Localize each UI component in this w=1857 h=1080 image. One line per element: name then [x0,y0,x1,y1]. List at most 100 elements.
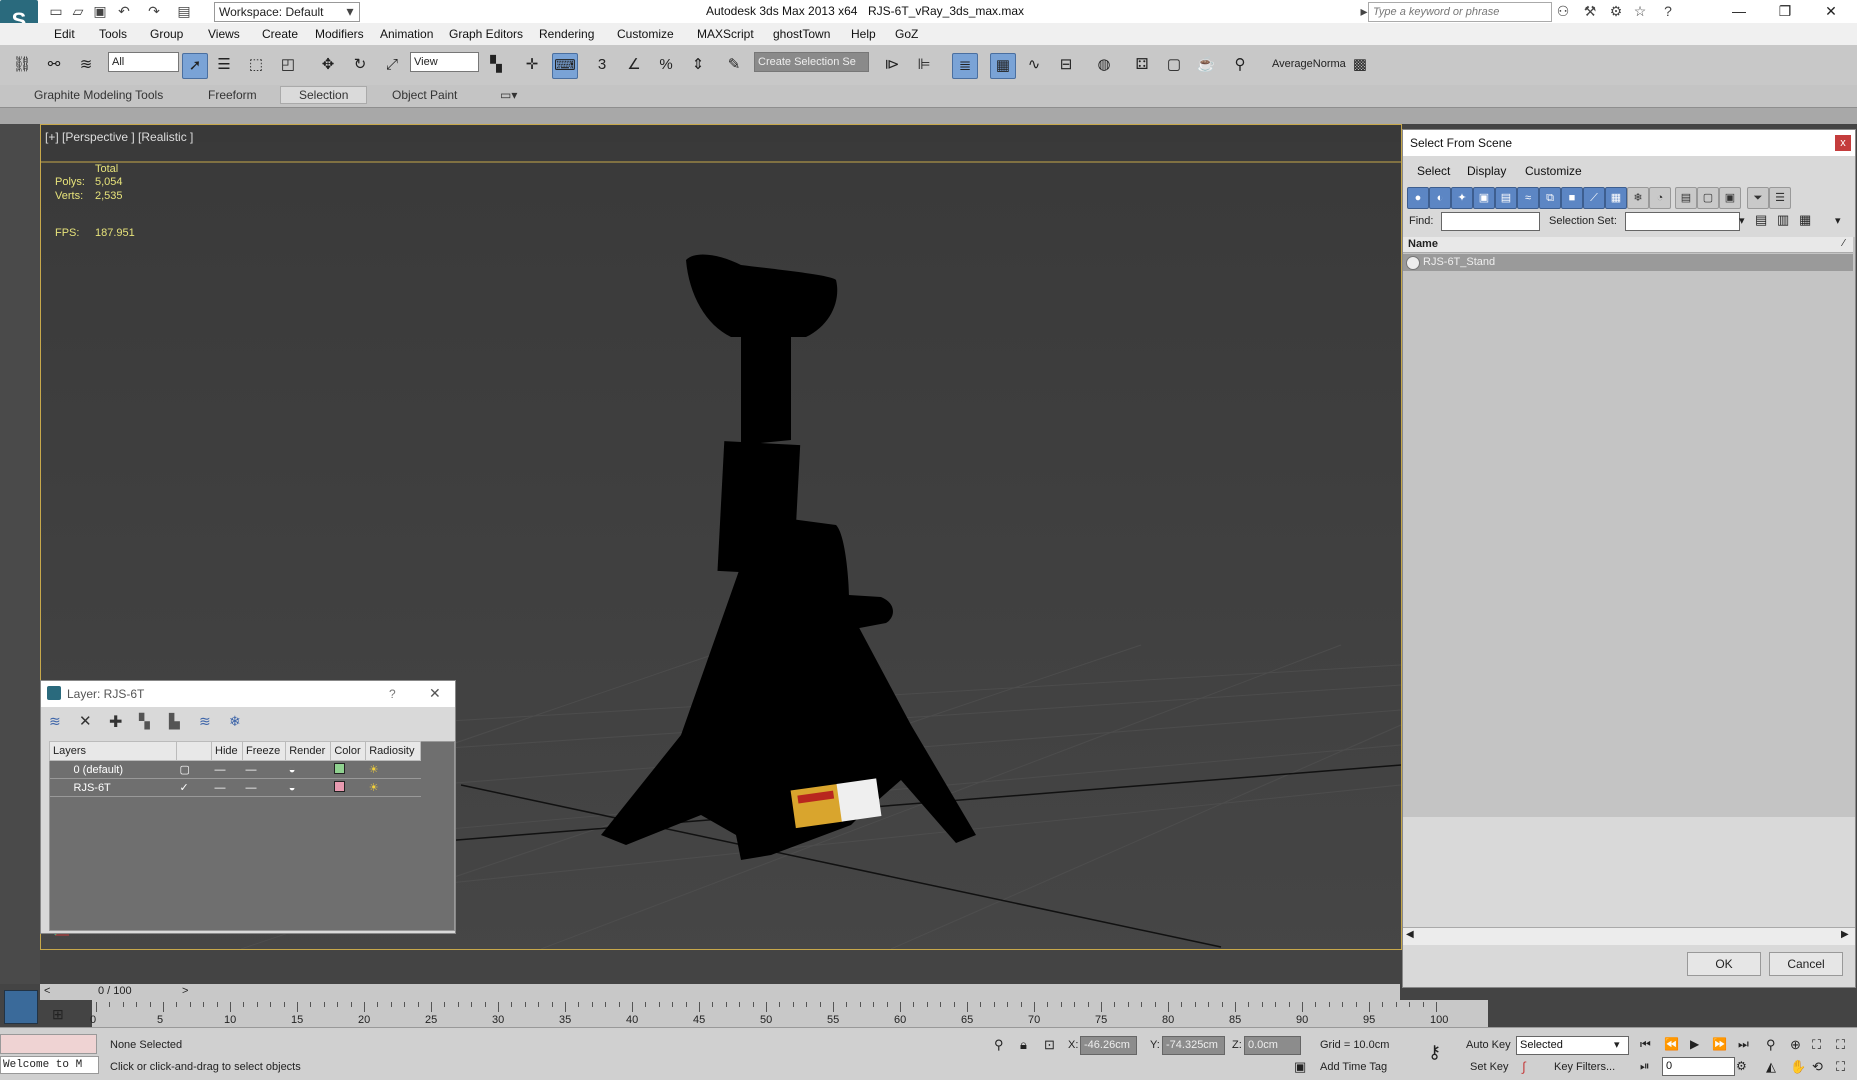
key-tangent-icon[interactable]: ∫ [1522,1059,1526,1074]
column-radiosity[interactable]: Radiosity [365,741,421,761]
open-mini-curve-editor-icon[interactable]: ⊞ [52,1006,64,1023]
menu-goz[interactable]: GoZ [895,27,918,41]
restore-icon[interactable]: ❐ [1762,0,1808,23]
set-key-button[interactable]: Set Key [1470,1061,1509,1073]
freeze-toggle[interactable]: — [242,778,286,797]
delete-selection-set-icon[interactable]: ▦ [1799,212,1811,228]
menu-graph-editors[interactable]: Graph Editors [449,27,523,41]
hierarchy-icon[interactable]: ☰ [1769,187,1791,209]
close-icon[interactable]: ✕ [429,685,441,702]
spinner-snap-icon[interactable]: ⇕ [686,53,710,77]
select-manipulate-icon[interactable]: ✛ [520,53,544,77]
help-button[interactable]: ? [389,687,396,701]
selection-filter-dropdown[interactable]: All [108,52,179,72]
selection-set-dropdown[interactable] [1625,212,1740,231]
rotate-icon[interactable]: ↻ [348,53,372,77]
current-layer-toggle[interactable]: ▢ [176,760,212,779]
filter-icon[interactable]: ⏷ [1747,187,1769,209]
curve-editor-icon[interactable]: ∿ [1022,53,1046,77]
unlink-icon[interactable]: ⚯ [42,53,66,77]
z-coordinate-field[interactable]: 0.0cm [1244,1036,1301,1055]
absolute-mode-icon[interactable]: ⊡ [1044,1037,1055,1053]
display-xrefs-icon[interactable]: ■ [1561,187,1583,209]
chevron-down-icon[interactable]: ▾ [1739,214,1745,227]
window-crossing-icon[interactable]: ◰ [276,53,300,77]
go-to-start-icon[interactable]: ⏮ [1640,1037,1651,1052]
find-input[interactable] [1441,212,1540,231]
named-selection-set-dropdown[interactable]: Create Selection Se [754,52,869,72]
menu-help[interactable]: Help [851,27,876,41]
tab-selection[interactable]: Selection [280,86,368,104]
display-helpers-icon[interactable]: ▤ [1495,187,1517,209]
tab-graphite-modeling-tools[interactable]: Graphite Modeling Tools [34,88,163,102]
layer-name[interactable]: 0 (default) [49,760,177,779]
ribbon-options-icon[interactable]: ▭▾ [500,88,517,102]
play-icon[interactable]: ▶ [1690,1037,1699,1051]
menu-animation[interactable]: Animation [380,27,433,41]
rectangular-selection-icon[interactable]: ⬚ [244,53,268,77]
keyboard-shortcut-override-icon[interactable]: ⌨ [552,53,578,79]
menu-tools[interactable]: Tools [99,27,127,41]
tab-object-paint[interactable]: Object Paint [392,88,457,102]
list-item[interactable]: RJS-6T_Stand [1403,254,1853,271]
column-freeze[interactable]: Freeze [242,741,287,761]
list-header[interactable]: Name ⁄ [1403,237,1853,253]
layer-color-swatch[interactable] [333,762,345,774]
rendered-frame-window-icon[interactable]: ▢ [1162,53,1186,77]
render-toggle-icon[interactable]: ◒ [285,778,331,797]
zoom-icon[interactable]: ⚲ [1766,1037,1776,1053]
x-coordinate-field[interactable]: -46.26cm [1080,1036,1137,1055]
select-from-scene-dialog[interactable]: Select From Scene x Select Display Custo… [1402,129,1856,988]
select-by-name-icon[interactable]: ☰ [212,53,236,77]
time-configuration-icon[interactable]: ⚙ [1736,1059,1747,1073]
freeze-all-icon[interactable]: ❄ [229,713,241,730]
menu-customize[interactable]: Customize [1525,164,1582,178]
tab-freeform[interactable]: Freeform [208,88,257,102]
hide-toggle[interactable]: — [211,778,243,797]
reference-coordinate-dropdown[interactable]: View [410,52,479,72]
pivot-center-icon[interactable]: ▚ [484,53,508,77]
radiosity-icon[interactable]: ☀ [365,760,421,779]
info-center-icon[interactable]: ⚙ [1608,3,1624,19]
menu-select[interactable]: Select [1417,164,1450,178]
bind-spacewarp-icon[interactable]: ≋ [74,53,98,77]
menu-modifiers[interactable]: Modifiers [315,27,364,41]
project-folder-icon[interactable]: ▤ [176,3,192,19]
close-icon[interactable]: ✕ [1808,0,1854,23]
menu-display[interactable]: Display [1467,164,1506,178]
current-frame-field[interactable]: 0 [1662,1057,1735,1076]
render-toggle-icon[interactable]: ◒ [285,760,331,779]
chevron-down-icon[interactable]: ▾ [1614,1038,1620,1051]
key-mode-dropdown[interactable]: Selected [1516,1036,1629,1055]
hide-toggle[interactable]: — [211,760,243,779]
cancel-button[interactable]: Cancel [1769,952,1843,976]
zoom-all-icon[interactable]: ⊕ [1790,1037,1801,1053]
render-setup-icon[interactable]: ⚃ [1130,53,1154,77]
redo-icon[interactable]: ↷ [146,3,162,19]
scroll-right-icon[interactable]: ▶ [1841,929,1849,940]
add-time-tag[interactable]: Add Time Tag [1320,1061,1387,1073]
menu-maxscript[interactable]: MAXScript [697,27,754,41]
display-groups-icon[interactable]: ⧉ [1539,187,1561,209]
object-name[interactable]: RJS-6T_Stand [1423,256,1495,268]
menu-edit[interactable]: Edit [54,27,75,41]
display-containers-icon[interactable]: ▦ [1605,187,1627,209]
hide-all-icon[interactable]: ≋ [199,713,211,730]
column-color[interactable]: Color [330,741,367,761]
display-shapes-icon[interactable]: ◐ [1429,187,1451,209]
key-icon[interactable]: ⚷ [1428,1042,1441,1063]
layer-row[interactable]: RJS-6T ✓ — — ◒ ☀ [49,778,421,797]
layer-name[interactable]: RJS-6T [49,778,177,797]
menu-customize[interactable]: Customize [617,27,674,41]
track-bar[interactable]: 0 5 10 15 20 25 30 35 40 45 50 55 60 65 70 75 80 85 90 95 10… [90,1000,1488,1027]
viewport-label[interactable]: [+] [Perspective ] [Realistic ] [45,130,193,144]
radiosity-icon[interactable]: ☀ [365,778,421,797]
auto-key-button[interactable]: Auto Key [1466,1039,1511,1051]
help-icon[interactable]: ? [1660,3,1676,19]
favorites-star-icon[interactable]: ☆ [1632,3,1648,19]
menu-rendering[interactable]: Rendering [539,27,594,41]
dialog-header[interactable]: Select From Scene x [1403,130,1855,156]
menu-group[interactable]: Group [150,27,183,41]
delete-layer-icon[interactable]: ✕ [79,712,92,730]
undo-icon[interactable]: ↶ [116,3,132,19]
